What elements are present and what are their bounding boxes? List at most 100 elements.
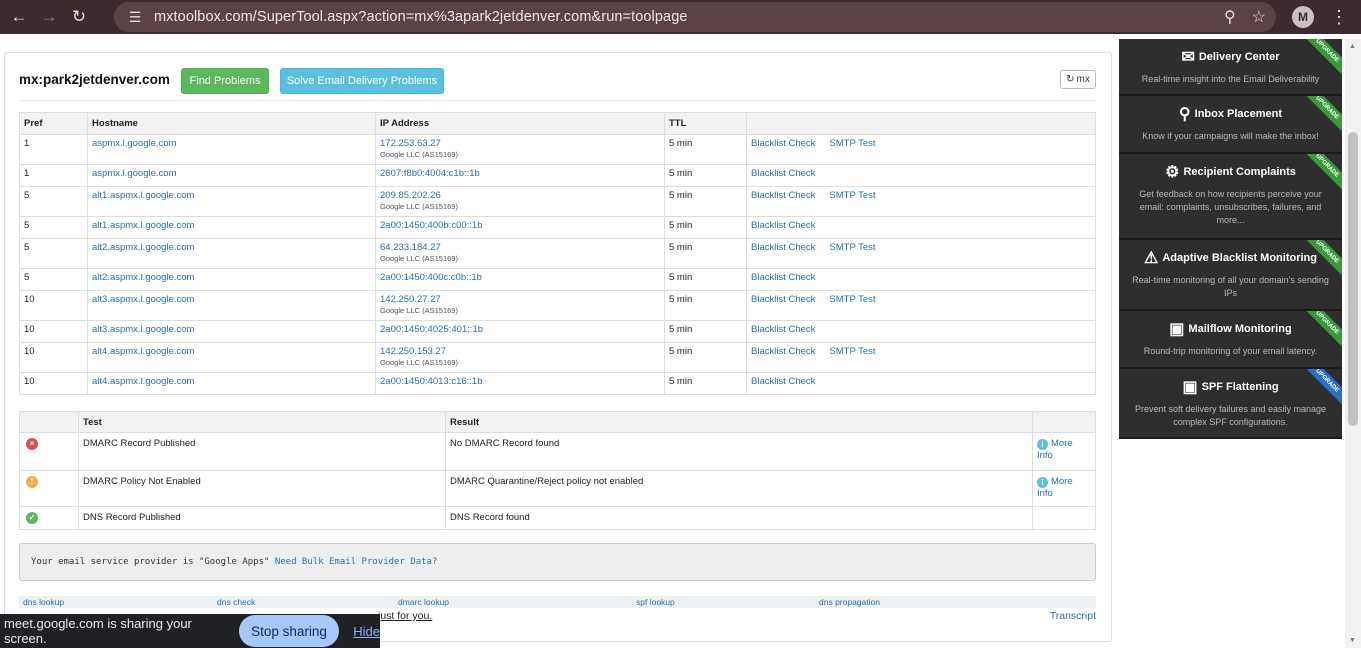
pref-cell: 5 [19,268,88,291]
blacklist-check-link[interactable]: Blacklist Check [751,294,815,305]
smtp-test-link[interactable]: SMTP Test [829,346,875,357]
ip-link[interactable]: 2a00:1450:4013:c16::1b [380,376,482,387]
hostname-link[interactable]: aspmx.l.google.com [92,138,176,149]
forward-arrow-icon[interactable]: → [34,0,64,34]
dns-check-link[interactable]: dns check [217,597,255,607]
solve-delivery-button[interactable]: Solve Email Delivery Problems [280,68,444,94]
ip-link[interactable]: 64.233.184.27 [380,242,441,253]
hostname-link[interactable]: aspmx.l.google.com [92,168,176,179]
blacklist-check-link[interactable]: Blacklist Check [751,272,815,283]
url-text[interactable]: mxtoolbox.com/SuperTool.aspx?action=mx%3… [154,9,688,25]
bookmark-star-icon[interactable]: ☆ [1252,7,1266,27]
ttl-cell: 5 min [664,372,747,395]
blacklist-check-link[interactable]: Blacklist Check [751,376,815,387]
scroll-thumb[interactable] [1348,132,1358,426]
hostname-cell: alt2.aspmx.l.google.com [87,238,376,269]
hostname-link[interactable]: alt2.aspmx.l.google.com [92,272,194,283]
dmarc-lookup-link[interactable]: dmarc lookup [398,597,449,607]
hostname-link[interactable]: alt3.aspmx.l.google.com [92,294,194,305]
transcript-link[interactable]: Transcript [1050,610,1096,622]
dns-lookup-link[interactable]: dns lookup [23,597,64,607]
scroll-down-icon[interactable]: ▼ [1349,637,1356,644]
blacklist-check-link[interactable]: Blacklist Check [751,138,815,149]
sidebar-item-adaptive-blacklist-monitoring[interactable]: UPGRADE ⚠ Adaptive Blacklist Monitoring Rea… [1119,240,1342,311]
sidebar-item-delivery-center[interactable]: UPGRADE ✉ Delivery Center Real-time insight… [1119,39,1342,96]
upgrade-sidebar: UPGRADE ✉ Delivery Center Real-time insight… [1119,39,1342,439]
site-info-icon[interactable]: ☰ [120,9,150,26]
pref-cell: 10 [19,290,88,321]
sidebar-item-label: Inbox Placement [1194,108,1283,120]
sidebar-item-label: Adaptive Blacklist Monitoring [1162,252,1317,264]
ip-link[interactable]: 142.250.153.27 [380,346,446,357]
status-cell: ✓ [19,506,79,530]
sidebar-item-spf-flattening[interactable]: UPGRADE ▣ SPF Flattening Prevent soft deliv… [1119,369,1342,439]
spf-lookup-link[interactable]: spf lookup [636,597,675,607]
hostname-link[interactable]: alt4.aspmx.l.google.com [92,376,194,387]
sidebar-item-inbox-placement[interactable]: UPGRADE ⚲ Inbox Placement Know if your camp… [1119,96,1342,154]
blacklist-check-link[interactable]: Blacklist Check [751,190,815,201]
info-cell: i More Info [1032,432,1096,471]
page-content: mx:park2jetdenver.com Find Problems Solv… [0,34,1361,648]
hostname-cell: alt1.aspmx.l.google.com [87,216,376,239]
hostname-cell: alt1.aspmx.l.google.com [87,186,376,217]
hostname-link[interactable]: alt3.aspmx.l.google.com [92,324,194,335]
reload-icon[interactable]: ↻ [64,0,94,34]
profile-avatar[interactable]: M [1292,6,1314,28]
sidebar-item-label: Recipient Complaints [1183,166,1296,178]
ttl-cell: 5 min [664,290,747,321]
browser-menu-icon[interactable]: ⋮ [1330,6,1348,28]
hide-share-bar-link[interactable]: Hide [353,624,380,639]
info-cell: i More Info [1032,470,1096,507]
mailbox-icon: ▣ [1182,379,1198,396]
actions-cell: Blacklist Check SMTP Test [746,238,1096,269]
smtp-test-link[interactable]: SMTP Test [829,294,875,305]
bulk-provider-link[interactable]: Need Bulk Email Provider Data? [275,557,438,567]
more-info-link[interactable]: i More Info [1037,476,1073,499]
stop-sharing-button[interactable]: Stop sharing [238,615,340,647]
table-row: ✓ DNS Record Published DNS Record found [19,506,1096,530]
ip-link[interactable]: 172.253.63.27 [380,138,441,149]
zoom-icon[interactable]: ⚲ [1224,7,1236,27]
blacklist-check-link[interactable]: Blacklist Check [751,242,815,253]
table-row: × DMARC Record Published No DMARC Record f… [19,432,1096,471]
address-bar[interactable]: ☰ mxtoolbox.com/SuperTool.aspx?action=mx… [114,2,1276,32]
sidebar-item-recipient-complaints[interactable]: UPGRADE ⚙ Recipient Complaints Get feedback… [1119,154,1342,240]
find-problems-button[interactable]: Find Problems [181,68,269,94]
info-icon: i [1037,439,1048,450]
mx-results-panel: mx:park2jetdenver.com Find Problems Solv… [4,52,1112,642]
info-label: Info [1037,450,1053,461]
provider-notice: Your email service provider is "Google A… [19,543,1096,581]
back-arrow-icon[interactable]: ← [4,0,34,34]
ip-link[interactable]: 2a00:1450:400c:c0b::1b [380,272,482,283]
ip-link[interactable]: 2a00:1450:4025:401::1b [380,324,483,335]
more-info-link[interactable]: i More Info [1037,438,1073,461]
sidebar-item-title-row: ⚠ Adaptive Blacklist Monitoring [1119,248,1342,268]
hostname-cell: aspmx.l.google.com [87,134,376,165]
smtp-test-link[interactable]: SMTP Test [829,138,875,149]
hostname-link[interactable]: alt1.aspmx.l.google.com [92,190,194,201]
refresh-mx-button[interactable]: ↻ mx [1060,70,1096,89]
warning-icon: ! [26,476,38,488]
hostname-link[interactable]: alt4.aspmx.l.google.com [92,346,194,357]
blacklist-check-link[interactable]: Blacklist Check [751,220,815,231]
hostname-link[interactable]: alt2.aspmx.l.google.com [92,242,194,253]
hostname-link[interactable]: alt1.aspmx.l.google.com [92,220,194,231]
table-row: 5 alt1.aspmx.l.google.com 209.85.202.26 Goo… [19,186,1096,217]
ip-link[interactable]: 2a00:1450:400b:c00::1b [380,220,482,231]
smtp-test-link[interactable]: SMTP Test [829,242,875,253]
blacklist-check-link[interactable]: Blacklist Check [751,168,815,179]
blacklist-check-link[interactable]: Blacklist Check [751,324,815,335]
actions-cell: Blacklist Check [746,164,1096,187]
just-for-you-link[interactable]: just for you. [378,610,432,622]
dns-propagation-link[interactable]: dns propagation [819,597,880,607]
ip-link[interactable]: 142.250.27.27 [380,294,441,305]
scroll-up-icon[interactable]: ▲ [1349,43,1356,50]
hostname-cell: alt4.aspmx.l.google.com [87,372,376,395]
blacklist-check-link[interactable]: Blacklist Check [751,346,815,357]
ip-link[interactable]: 209.85.202.26 [380,190,441,201]
smtp-test-link[interactable]: SMTP Test [829,190,875,201]
actions-cell: Blacklist Check SMTP Test [746,134,1096,165]
sidebar-item-mailflow-monitoring[interactable]: UPGRADE ▣ Mailflow Monitoring Round-trip mo… [1119,311,1342,369]
ip-link[interactable]: 2607:f8b0:4004:c1b::1b [380,168,480,179]
page-scrollbar[interactable]: ▲ ▼ [1345,39,1361,648]
